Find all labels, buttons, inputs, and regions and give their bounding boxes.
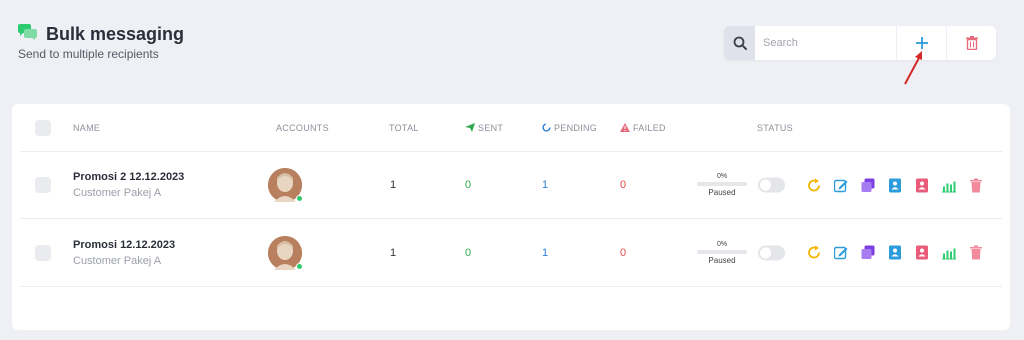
contacts-icon[interactable] xyxy=(887,178,902,193)
table-row: Promosi 2 12.12.2023 Customer Pakej A 1 … xyxy=(20,152,1002,219)
sent-count: 0 xyxy=(465,179,472,191)
contacts-icon[interactable] xyxy=(887,245,902,260)
progress-bar xyxy=(697,182,747,186)
campaign-table: NAME ACCOUNTS TOTAL SENT PENDING FAILED … xyxy=(12,104,1010,330)
paper-plane-icon xyxy=(465,123,475,132)
search-input[interactable] xyxy=(755,26,896,60)
trash-icon[interactable] xyxy=(968,245,983,260)
page-header: Bulk messaging Send to multiple recipien… xyxy=(18,24,184,61)
row-actions xyxy=(806,245,983,260)
online-status-dot xyxy=(296,195,303,202)
row-actions xyxy=(806,178,983,193)
campaign-name[interactable]: Promosi 12.12.2023 xyxy=(73,239,175,251)
select-all-checkbox[interactable] xyxy=(35,119,51,136)
warning-icon xyxy=(620,123,630,132)
trash-icon[interactable] xyxy=(968,178,983,193)
row-checkbox[interactable] xyxy=(35,177,51,193)
page-subtitle: Send to multiple recipients xyxy=(18,47,159,61)
copy-icon[interactable] xyxy=(860,178,875,193)
contact-card-icon[interactable] xyxy=(914,178,929,193)
trash-icon xyxy=(965,36,978,50)
progress-bar xyxy=(697,249,747,254)
pending-spinner-icon xyxy=(542,123,551,132)
progress-percent: 0% xyxy=(716,240,728,248)
edit-icon[interactable] xyxy=(833,245,848,260)
page-title: Bulk messaging xyxy=(46,24,185,44)
progress-indicator: 0% Paused xyxy=(697,241,747,265)
failed-count: 0 xyxy=(620,246,627,259)
table-row: Promosi 12.12.2023 Customer Pakej A 1 0 … xyxy=(20,219,1002,287)
campaign-name-cell: Promosi 2 12.12.2023 Customer Pakej A xyxy=(73,171,184,199)
campaign-name-cell: Promosi 12.12.2023 Customer Pakej A xyxy=(73,239,175,267)
progress-state: Paused xyxy=(708,255,736,265)
toolbar xyxy=(724,26,996,60)
edit-icon[interactable] xyxy=(833,178,848,193)
column-status: STATUS xyxy=(757,122,793,133)
campaign-group: Customer Pakej A xyxy=(73,187,162,199)
sent-count: 0 xyxy=(465,246,472,259)
restart-icon[interactable] xyxy=(806,245,821,260)
column-name: NAME xyxy=(73,122,101,133)
annotation-arrow xyxy=(904,51,922,85)
contact-card-icon[interactable] xyxy=(914,245,929,260)
account-avatar-cell xyxy=(268,235,303,270)
account-avatar-cell xyxy=(268,168,303,202)
column-failed: FAILED xyxy=(620,123,666,133)
pending-count: 1 xyxy=(542,246,549,259)
column-pending: PENDING xyxy=(542,123,597,133)
failed-count: 0 xyxy=(620,179,627,191)
online-status-dot xyxy=(296,262,303,270)
column-total: TOTAL xyxy=(389,122,419,133)
avatar[interactable] xyxy=(268,235,303,270)
delete-button[interactable] xyxy=(946,26,996,60)
avatar[interactable] xyxy=(268,168,303,202)
column-accounts: ACCOUNTS xyxy=(276,122,329,133)
restart-icon[interactable] xyxy=(806,178,821,193)
progress-indicator: 0% Paused xyxy=(697,173,747,197)
column-sent: SENT xyxy=(465,123,503,133)
report-chart-icon[interactable] xyxy=(941,245,956,260)
report-chart-icon[interactable] xyxy=(941,178,956,193)
chat-bubbles-icon xyxy=(18,24,38,45)
row-checkbox[interactable] xyxy=(35,244,51,261)
copy-icon[interactable] xyxy=(860,245,875,260)
campaign-group: Customer Pakej A xyxy=(73,254,162,267)
campaign-name[interactable]: Promosi 2 12.12.2023 xyxy=(73,171,184,183)
progress-percent: 0% xyxy=(716,173,728,180)
progress-state: Paused xyxy=(708,188,736,197)
pending-count: 1 xyxy=(542,179,549,191)
total-count: 1 xyxy=(390,179,397,191)
total-count: 1 xyxy=(390,246,397,259)
status-toggle[interactable] xyxy=(758,245,785,260)
search-icon[interactable] xyxy=(724,26,755,60)
table-header: NAME ACCOUNTS TOTAL SENT PENDING FAILED … xyxy=(20,104,1002,152)
status-toggle[interactable] xyxy=(758,177,785,193)
